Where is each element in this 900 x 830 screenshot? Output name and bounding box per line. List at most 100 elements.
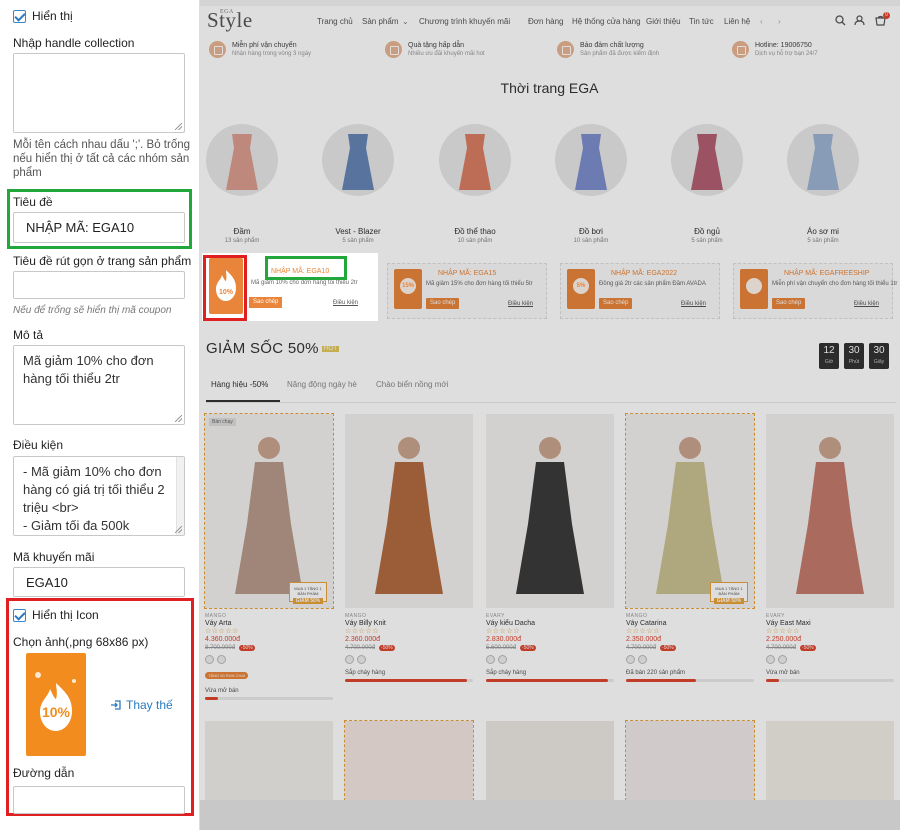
coupon-copy-button[interactable]: Sao chép — [249, 297, 283, 308]
category-item[interactable]: Đầm 13 sản phẩm — [202, 124, 282, 244]
product-image[interactable]: MUA 1 TẶNG 1 BẢN PHẨM GIẢM 50% — [625, 413, 755, 609]
nav-stores[interactable]: Hệ thống cửa hàng — [572, 17, 641, 26]
service-hotline: Hotline: 19006750 Dịch vụ hỗ trợ bạn 24/7 — [732, 41, 818, 59]
product-card-row2[interactable] — [205, 721, 333, 800]
category-item[interactable]: Đồ bơi 10 sản phẩm — [551, 124, 631, 244]
tab-divider — [206, 402, 896, 403]
category-name: Vest - Blazer — [335, 227, 381, 236]
replace-button[interactable]: Thay thế — [110, 698, 173, 712]
coupon-copy-button[interactable]: Sao chép — [426, 298, 460, 309]
color-swatch — [626, 655, 635, 664]
show-icon-label: Hiển thị Icon — [32, 608, 99, 622]
product-card[interactable]: EVARY Váy East Maxi ☆☆☆☆☆ 2.250.000đ 4.700.0… — [766, 414, 894, 682]
coupon-ticket-icon — [740, 269, 768, 309]
service-title: Miễn phí vận chuyển — [232, 42, 297, 49]
product-brand: EVARY — [766, 613, 785, 619]
sold-progress — [766, 679, 894, 682]
tab-brand-sale[interactable]: Hàng hiệu -50% — [211, 380, 268, 389]
coupon-card: 15% NHẬP MÃ: EGA15 Mã giảm 15% cho đơn hàn… — [387, 263, 547, 319]
product-card-row2[interactable] — [344, 720, 474, 801]
coupon-card: 5% NHẬP MÃ: EGA2022 Đồng giá 2tr các sản p… — [560, 263, 720, 319]
category-count: 10 sản phẩm — [457, 238, 493, 244]
product-card[interactable]: EVARY Váy kiểu Dacha ☆☆☆☆☆ 2.830.000đ 5.600.… — [486, 414, 614, 682]
color-swatches[interactable] — [626, 655, 754, 664]
nav-products-chevron[interactable]: ⌄ — [402, 17, 409, 26]
description-textarea[interactable]: Mã giảm 10% cho đơn hàng tối thiểu 2tr — [13, 345, 185, 425]
service-subtitle: Sản phẩm đã được kiểm định — [580, 51, 659, 57]
product-card[interactable]: Bán chạy MUA 1 TẶNG 1 BẢN PHẨM GIẢM 50% MAN… — [204, 413, 334, 700]
store-logo[interactable]: EGA Style — [207, 8, 253, 33]
product-image[interactable] — [486, 414, 614, 608]
sold-progress — [486, 679, 614, 682]
coupon-desc: Đồng giá 2tr các sản phẩm Đầm AVADA — [599, 281, 706, 287]
product-price: 2.830.000đ — [486, 636, 522, 643]
product-name[interactable]: Váy East Maxi — [766, 620, 894, 627]
stock-status: Vừa mở bán — [205, 688, 239, 694]
coupon-condition-link[interactable]: Điều kiện — [333, 300, 358, 306]
product-card[interactable]: MANGO Váy Billy Knit ☆☆☆☆☆ 2.360.000đ 4.700.… — [345, 414, 473, 682]
category-item[interactable]: Vest - Blazer 5 sản phẩm — [318, 124, 398, 244]
color-swatch — [217, 655, 226, 664]
promo-input[interactable]: EGA10 — [13, 567, 185, 597]
product-card[interactable]: MUA 1 TẶNG 1 BẢN PHẨM GIẢM 50% MANGO Váy Ca… — [625, 413, 755, 682]
color-swatches[interactable] — [345, 655, 473, 664]
color-swatch — [205, 655, 214, 664]
preview-bottom-bar — [199, 800, 900, 830]
product-card-row2[interactable] — [625, 720, 755, 801]
quality-icon — [557, 41, 574, 58]
color-swatches[interactable] — [486, 655, 614, 664]
product-image[interactable] — [766, 414, 894, 608]
product-name[interactable]: Váy kiểu Dacha — [486, 620, 614, 627]
nav-orders[interactable]: Đơn hàng — [528, 17, 564, 26]
coupon-condition-link[interactable]: Điều kiện — [508, 301, 533, 307]
nav-about[interactable]: Giới thiệu — [646, 17, 681, 26]
tab-summer[interactable]: Năng động ngày hè — [287, 380, 357, 389]
title-input[interactable]: NHẬP MÃ: EGA10 — [13, 212, 185, 243]
product-image[interactable]: Bán chạy MUA 1 TẶNG 1 BẢN PHẨM GIẢM 50% — [204, 413, 334, 609]
user-icon[interactable] — [854, 15, 865, 26]
product-old-price: 4.700.000đ — [345, 645, 376, 651]
coupon-copy-button[interactable]: Sao chép — [599, 298, 633, 309]
color-swatch — [766, 655, 775, 664]
search-icon[interactable] — [835, 15, 846, 26]
show-icon-checkbox[interactable] — [13, 608, 26, 622]
condition-scrollbar[interactable] — [176, 457, 184, 535]
nav-news[interactable]: Tin tức — [689, 17, 714, 26]
discount-badge: -50% — [800, 645, 816, 651]
product-card-row2[interactable] — [766, 721, 894, 800]
product-name[interactable]: Váy Billy Knit — [345, 620, 473, 627]
color-swatches[interactable] — [205, 655, 333, 664]
show-icon-toggle[interactable]: Hiển thị Icon — [13, 608, 99, 622]
nav-products[interactable]: Sản phẩm — [362, 17, 398, 26]
color-swatches[interactable] — [766, 655, 894, 664]
coupon-copy-button[interactable]: Sao chép — [772, 298, 806, 309]
product-image[interactable] — [345, 414, 473, 608]
icon-preview: 10% — [26, 653, 86, 756]
category-item[interactable]: Áo sơ mi 5 sản phẩm — [783, 124, 863, 244]
service-title: Quà tặng hấp dẫn — [408, 42, 465, 49]
rating-stars: ☆☆☆☆☆ — [486, 628, 520, 635]
nav-prev-icon[interactable]: ‹ — [760, 17, 763, 26]
rating-stars: ☆☆☆☆☆ — [766, 628, 800, 635]
product-name[interactable]: Váy Catarina — [626, 620, 754, 627]
coupon-condition-link[interactable]: Điều kiện — [854, 301, 879, 307]
rating-stars: ☆☆☆☆☆ — [626, 628, 660, 635]
condition-textarea[interactable]: - Mã giảm 10% cho đơn hàng có giá trị tố… — [13, 456, 185, 536]
link-input[interactable] — [13, 786, 185, 814]
show-toggle[interactable]: Hiển thị — [13, 9, 73, 23]
nav-next-icon[interactable]: › — [778, 17, 781, 26]
coupon-condition-link[interactable]: Điều kiện — [681, 301, 706, 307]
link-label: Đường dẫn — [13, 766, 75, 780]
collection-textarea[interactable] — [13, 53, 185, 133]
tab-beach[interactable]: Chào biển nồng mới — [376, 380, 448, 389]
product-card-row2[interactable] — [486, 721, 614, 800]
nav-home[interactable]: Trang chủ — [317, 17, 353, 26]
nav-promotions[interactable]: Chương trình khuyến mãi — [419, 17, 510, 26]
product-name[interactable]: Váy Arta — [205, 620, 333, 627]
active-tab-indicator — [206, 400, 280, 402]
category-item[interactable]: Đồ ngủ 5 sản phẩm — [667, 124, 747, 244]
show-checkbox[interactable] — [13, 9, 26, 23]
short-title-input[interactable] — [13, 271, 185, 299]
nav-contact[interactable]: Liên hệ — [724, 17, 750, 26]
category-item[interactable]: Đồ thể thao 10 sản phẩm — [435, 124, 515, 244]
